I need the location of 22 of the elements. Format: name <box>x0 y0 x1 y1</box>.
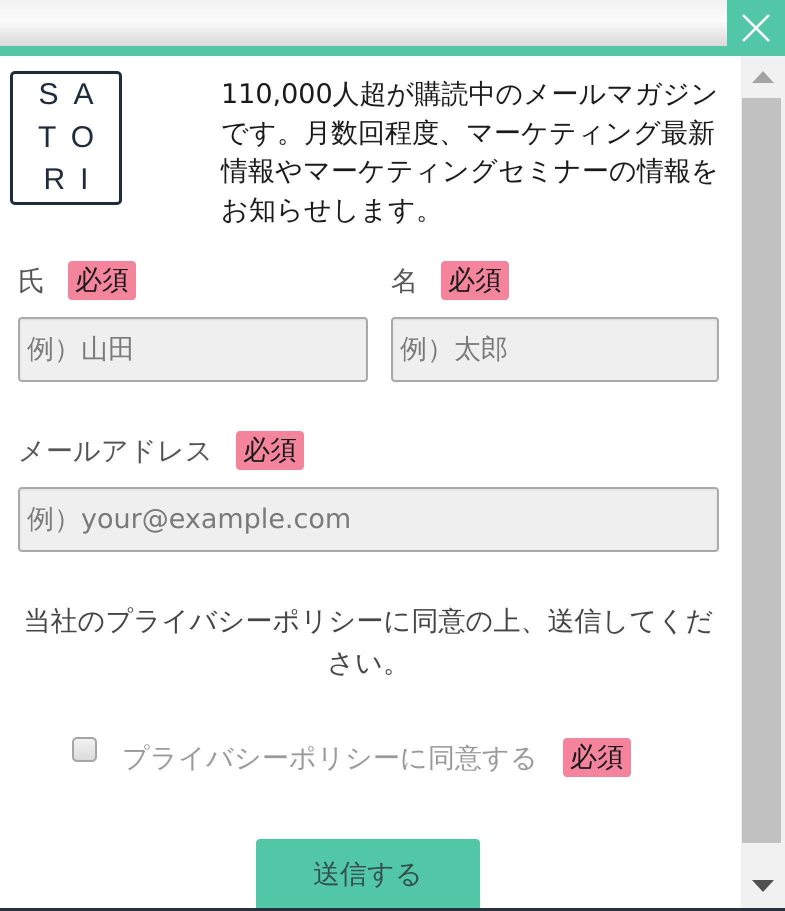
scroll-up-arrow-icon[interactable] <box>752 71 774 83</box>
field-label: 氏 <box>18 264 45 298</box>
field-label: 名 <box>391 264 418 298</box>
field-label: メールアドレス <box>18 434 213 468</box>
scrollbar-thumb[interactable] <box>742 98 781 843</box>
email-input-field[interactable]: 例）your@example.com <box>18 487 719 552</box>
privacy-notice: 当社のプライバシーポリシーに同意の上、送信してください。 <box>23 605 714 681</box>
close-icon <box>742 14 770 42</box>
required-badge: 必須 <box>68 261 136 300</box>
scroll-down-arrow-icon[interactable] <box>752 880 774 892</box>
required-badge: 必須 <box>441 261 509 300</box>
scrollbar-track[interactable] <box>741 56 785 908</box>
consent-label[interactable]: プライバシーポリシーに同意する <box>122 740 538 776</box>
consent-checkbox[interactable] <box>72 737 97 762</box>
logo: SATORI <box>10 71 122 205</box>
name-input-field[interactable]: 例）山田 <box>18 317 368 382</box>
submit-button[interactable]: 送信する <box>256 839 480 908</box>
name-input-field[interactable]: 例）太郎 <box>391 317 719 382</box>
close-button[interactable] <box>727 0 785 56</box>
required-badge: 必須 <box>236 431 304 470</box>
intro-text: 110,000人超が購読中のメールマガジンです。月数回程度、マーケティング最新情報やマーケティングセミナーの情報をお知らせします。 <box>221 78 720 228</box>
required-badge: 必須 <box>563 738 631 777</box>
